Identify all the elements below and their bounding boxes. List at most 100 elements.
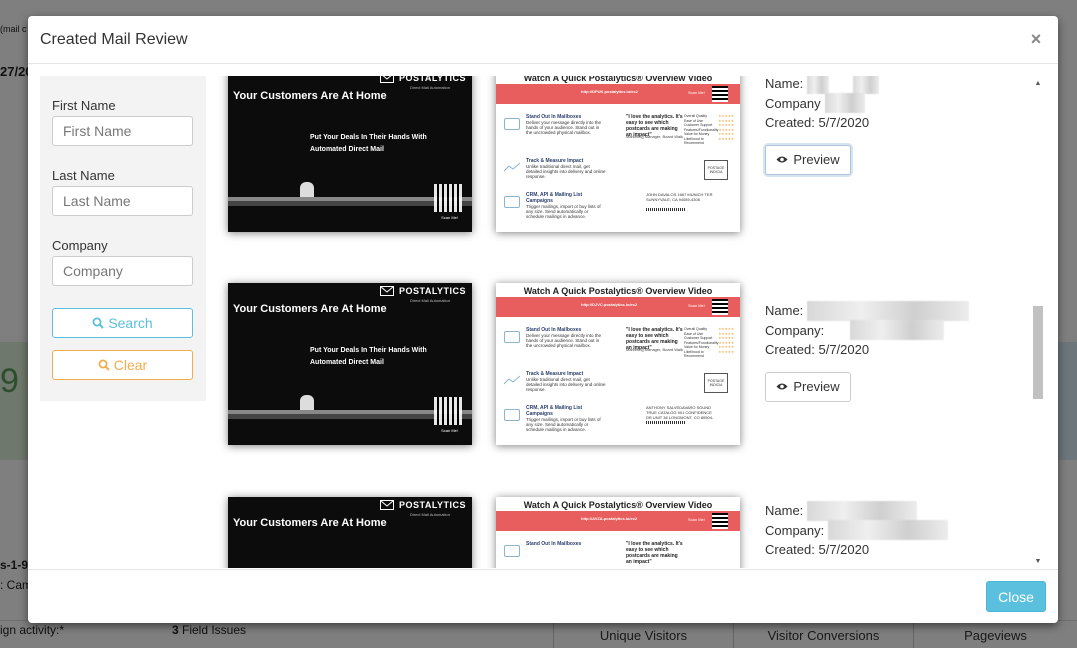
- clear-button[interactable]: Clear: [52, 350, 193, 380]
- postcard-back-title: Watch A Quick Postalytics® Overview Vide…: [523, 286, 713, 296]
- feature-section: Stand Out In Mailboxes Deliver your messa…: [526, 327, 602, 349]
- search-button-label: Search: [108, 315, 153, 331]
- scan-label: Scan Me!: [688, 517, 705, 522]
- brand-subtitle: Direct Mail Automation: [409, 298, 450, 303]
- postcard-headline: Your Customers Are At Home: [233, 90, 387, 102]
- brand-subtitle: Direct Mail Automation: [409, 512, 450, 517]
- search-button[interactable]: Search: [52, 308, 193, 338]
- postcard-front-image: POSTALYTICS Direct Mail Automation Your …: [228, 283, 472, 445]
- tracking-url: http://DJVC.postalytics.io/ec2: [581, 302, 638, 307]
- close-icon[interactable]: ×: [1026, 29, 1046, 50]
- vertical-scrollbar[interactable]: ▲ ▼: [1031, 76, 1045, 568]
- scan-label: Scan Me!: [688, 303, 705, 308]
- postage-indicia: POSTAGE INDICIA: [704, 373, 728, 393]
- tracking-url: http://AVZA.postalytics.io/ec2: [581, 516, 638, 521]
- qr-code: [712, 86, 728, 102]
- postcard-subline: Put Your Deals In Their Hands With Automa…: [310, 134, 427, 153]
- postalytics-logo: POSTALYTICS: [379, 286, 466, 296]
- mail-item: POSTALYTICS Direct Mail Automation Your …: [228, 497, 1038, 568]
- list-icon: [504, 409, 520, 421]
- modal-title: Created Mail Review: [40, 30, 188, 48]
- barcode: [646, 208, 686, 211]
- company-label: Company:: [765, 322, 825, 338]
- preview-button-label: Preview: [793, 152, 840, 167]
- company-label: Company:: [765, 522, 825, 538]
- ratings-list: Overall Quality ★★★★★ Ease of Use ★★★★★ Cu…: [684, 327, 735, 358]
- mail-item: POSTALYTICS Direct Mail Automation Your …: [228, 283, 1038, 459]
- brand-subtitle: Direct Mail Automation: [409, 85, 450, 90]
- mail-item-details: Name: Company Created: 5/7/2020 Preview: [765, 76, 995, 175]
- scroll-up-arrow-icon[interactable]: ▲: [1031, 76, 1045, 90]
- redacted-company: [824, 93, 865, 114]
- postage-indicia: POSTAGE INDICIA: [704, 160, 728, 180]
- clear-button-label: Clear: [113, 357, 148, 373]
- redacted-name: [853, 76, 880, 94]
- filter-panel: First Name Last Name Company Search Clea…: [40, 76, 206, 401]
- feature-section: Stand Out In Mailboxes: [526, 541, 582, 547]
- testimonial-quote: "I love the analytics. It's easy to see …: [626, 541, 683, 565]
- last-name-input[interactable]: [52, 186, 193, 216]
- first-name-label: First Name: [52, 98, 116, 113]
- redacted-name: [807, 500, 918, 521]
- chart-icon: [503, 373, 521, 385]
- scroll-down-arrow-icon[interactable]: ▼: [1031, 554, 1045, 568]
- search-icon: [98, 359, 110, 371]
- eye-icon: [776, 156, 788, 163]
- feature-section: CRM, API & Mailing List Campaigns Trigger…: [526, 192, 601, 220]
- scan-label: Scan Me!: [441, 215, 458, 220]
- preview-button[interactable]: Preview: [765, 144, 851, 175]
- ratings-list: Overall Quality ★★★★★ Ease of Use ★★★★★ Cu…: [684, 114, 735, 145]
- feature-section: Track & Measure Impact Unlike traditional…: [526, 158, 606, 180]
- testimonial-author: Marketing Manager, Board Walk: [626, 134, 683, 139]
- name-label: Name:: [765, 503, 804, 519]
- feature-section: Stand Out In Mailboxes Deliver your messa…: [526, 114, 602, 136]
- qr-code: [434, 184, 462, 212]
- qr-code: [712, 299, 728, 315]
- qr-code: [434, 397, 462, 425]
- postcard-headline: Your Customers Are At Home: [233, 517, 387, 529]
- eye-icon: [776, 383, 788, 390]
- scan-label: Scan Me!: [441, 428, 458, 433]
- created-mail-review-modal: Created Mail Review × First Name Last Na…: [28, 16, 1058, 623]
- preview-button-label: Preview: [793, 379, 840, 394]
- company-input[interactable]: [52, 256, 193, 286]
- created-date: Created: 5/7/2020: [765, 342, 870, 358]
- postcard-front-image: POSTALYTICS Direct Mail Automation Your …: [228, 497, 472, 568]
- mailbox-graphic: [300, 395, 314, 411]
- created-date: Created: 5/7/2020: [765, 542, 870, 558]
- testimonial-author: Marketing Manager, Board Walk: [626, 347, 683, 352]
- mailbox-graphic: [300, 182, 314, 198]
- mail-icon: [504, 118, 520, 130]
- created-date: Created: 5/7/2020: [765, 115, 870, 131]
- close-button[interactable]: Close: [986, 581, 1046, 612]
- mail-icon: [504, 545, 520, 557]
- first-name-input[interactable]: [52, 116, 193, 146]
- modal-body: First Name Last Name Company Search Clea…: [28, 76, 1058, 568]
- modal-footer: Close: [28, 569, 1058, 623]
- redacted-company: [850, 320, 945, 341]
- postcard-back-image: Watch A Quick Postalytics® Overview Vide…: [496, 283, 740, 445]
- list-icon: [504, 196, 520, 208]
- postcard-back-image: Watch A Quick Postalytics® Overview Vide…: [496, 76, 740, 232]
- postcard-headline: Your Customers Are At Home: [233, 303, 387, 315]
- postcard-subline: Put Your Deals In Their Hands With Automa…: [310, 347, 427, 366]
- feature-section: Track & Measure Impact Unlike traditional…: [526, 371, 606, 393]
- preview-button[interactable]: Preview: [765, 371, 851, 402]
- mail-item: POSTALYTICS Direct Mail Automation Your …: [228, 76, 1038, 246]
- postcard-back-title: Watch A Quick Postalytics® Overview Vide…: [523, 500, 713, 510]
- redacted-name: [807, 76, 830, 94]
- postalytics-logo: POSTALYTICS: [379, 500, 466, 510]
- scrollbar-thumb[interactable]: [1033, 306, 1043, 399]
- chart-icon: [503, 160, 521, 172]
- mail-item-details: Name: Company: Created: 5/7/2020 Preview: [765, 300, 995, 402]
- mail-item-details: Name: Company: Created: 5/7/2020: [765, 500, 995, 560]
- postcard-front-image: POSTALYTICS Direct Mail Automation Your …: [228, 76, 472, 232]
- redacted-company: [828, 520, 949, 541]
- postcard-back-title: Watch A Quick Postalytics® Overview Vide…: [523, 76, 713, 83]
- barcode: [646, 421, 686, 424]
- search-icon: [92, 317, 105, 329]
- name-label: Name:: [765, 303, 804, 319]
- mail-icon: [504, 331, 520, 343]
- scan-label: Scan Me!: [688, 90, 705, 95]
- qr-code: [712, 513, 728, 529]
